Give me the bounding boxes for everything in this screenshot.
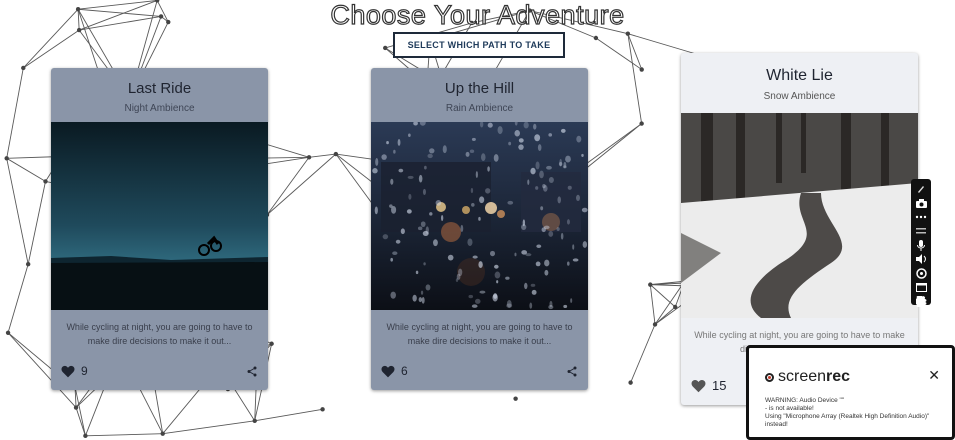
recorder-toolbar bbox=[911, 179, 931, 308]
warning-line: Using "Microphone Array (Realtek High De… bbox=[765, 413, 930, 428]
pen-icon[interactable] bbox=[911, 182, 931, 196]
rainy-window-photo[interactable] bbox=[371, 122, 588, 310]
card-subtitle: Night Ambience bbox=[124, 103, 195, 114]
warning-line: WARNING: Audio Device "" bbox=[765, 397, 845, 404]
like-button[interactable]: 6 bbox=[381, 364, 408, 378]
settings-icon[interactable] bbox=[911, 294, 931, 308]
card-title: Up the Hill bbox=[444, 80, 515, 97]
heart-icon bbox=[61, 365, 75, 377]
lines-icon[interactable] bbox=[911, 224, 931, 238]
webcam-icon[interactable] bbox=[911, 266, 931, 280]
night-cyclist-photo[interactable] bbox=[51, 122, 268, 310]
card-subtitle: Rain Ambience bbox=[445, 103, 514, 114]
share-button[interactable] bbox=[566, 365, 578, 383]
select-path-button[interactable]: SELECT WHICH PATH TO TAKE bbox=[393, 32, 565, 58]
like-count: 15 bbox=[712, 378, 727, 393]
app-stage: Choose Your Adventure SELECT WHICH PATH … bbox=[0, 0, 955, 440]
card-description: While cycling at night, you are going to… bbox=[386, 322, 573, 346]
screenrec-logo: screen rec bbox=[765, 368, 850, 386]
share-button[interactable] bbox=[246, 365, 258, 383]
heart-icon bbox=[381, 365, 395, 377]
adventure-card-up-the-hill[interactable]: Up the Hill Rain Ambience While cycling … bbox=[371, 68, 588, 390]
like-count: 6 bbox=[401, 364, 408, 378]
brand-suffix: rec bbox=[826, 368, 851, 385]
snowy-forest-stream-photo[interactable] bbox=[681, 113, 918, 318]
page-title: Choose Your Adventure bbox=[330, 0, 625, 31]
like-button[interactable]: 15 bbox=[691, 378, 726, 393]
adventure-card-last-ride[interactable]: Last Ride Night Ambience While cycling a… bbox=[51, 68, 268, 390]
camera-icon[interactable] bbox=[911, 196, 931, 210]
recorder-warning-popup: screen rec ✕ WARNING: Audio Device "" - i… bbox=[746, 345, 955, 440]
card-header: Up the Hill Rain Ambience bbox=[371, 68, 588, 114]
dots-icon[interactable] bbox=[911, 210, 931, 224]
microphone-icon[interactable] bbox=[911, 238, 931, 252]
card-subtitle: Snow Ambience bbox=[763, 91, 836, 102]
window-icon[interactable] bbox=[911, 280, 931, 294]
heart-icon bbox=[691, 379, 706, 392]
warning-message: WARNING: Audio Device "" - is not availa… bbox=[765, 397, 950, 429]
card-description: While cycling at night, you are going to… bbox=[66, 322, 253, 346]
card-header: White Lie Snow Ambience bbox=[681, 53, 918, 102]
like-count: 9 bbox=[81, 364, 88, 378]
like-button[interactable]: 9 bbox=[61, 364, 88, 378]
share-icon bbox=[247, 366, 257, 377]
record-dot-icon bbox=[765, 372, 774, 382]
card-header: Last Ride Night Ambience bbox=[51, 68, 268, 114]
speaker-icon[interactable] bbox=[911, 252, 931, 266]
warning-line: - is not available! bbox=[765, 405, 814, 412]
card-title: White Lie bbox=[766, 67, 833, 84]
close-icon[interactable]: ✕ bbox=[928, 367, 940, 384]
card-title: Last Ride bbox=[127, 80, 192, 97]
brand-prefix: screen bbox=[778, 368, 827, 385]
share-icon bbox=[567, 366, 577, 377]
